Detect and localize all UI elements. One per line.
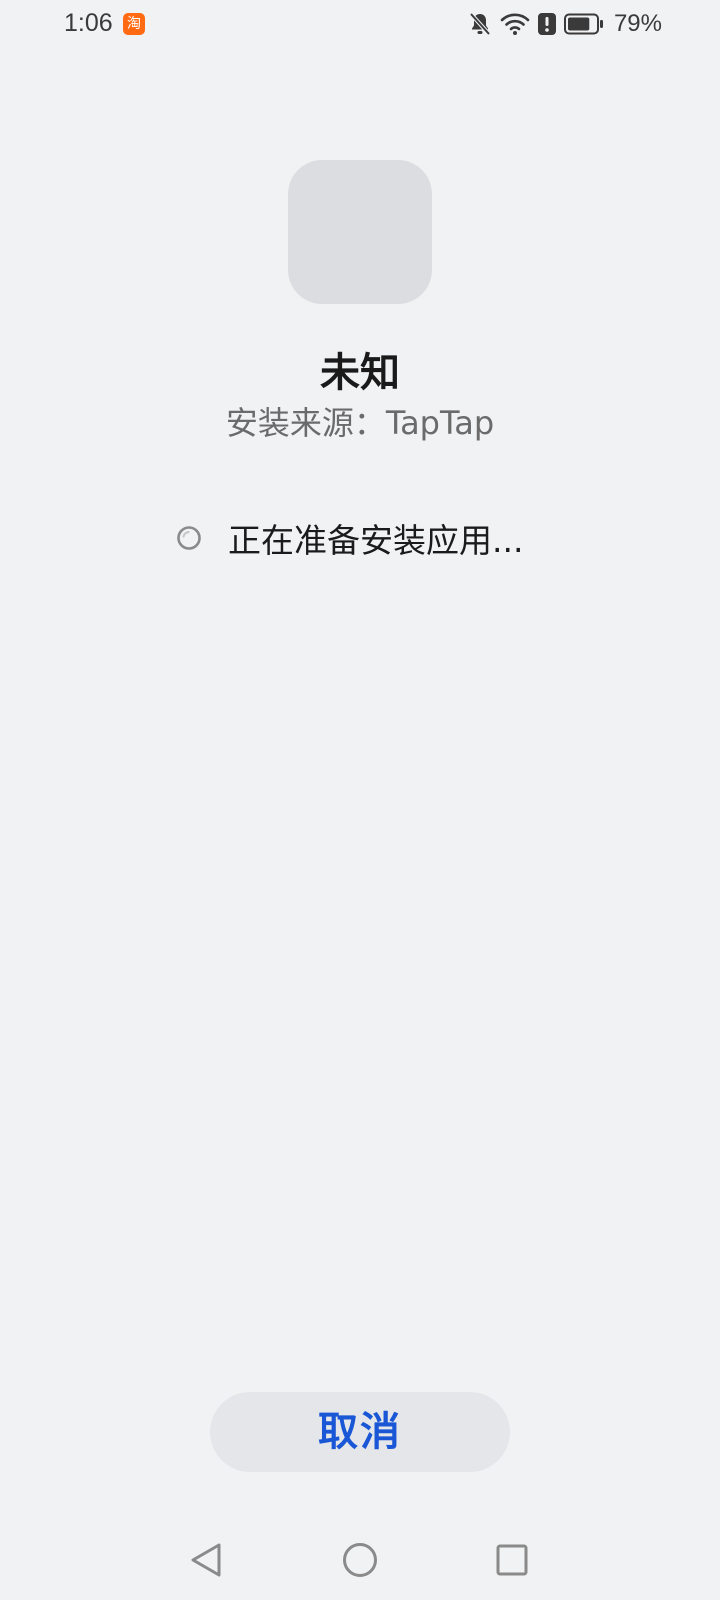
recent-apps-icon[interactable] (482, 1530, 542, 1590)
battery-icon (563, 13, 604, 35)
alert-icon (537, 12, 556, 36)
status-icons: 79% (468, 8, 662, 40)
progress-message: 正在准备安装应用... (228, 521, 524, 560)
app-name: 未知 (320, 350, 400, 396)
taobao-icon: 淘 (123, 13, 145, 35)
spinner-icon (176, 525, 202, 551)
cancel-button[interactable]: 取消 (210, 1392, 510, 1472)
install-source: 安装来源：TapTap (225, 404, 495, 442)
bell-muted-icon (468, 11, 492, 37)
progress-row: 正在准备安装应用... (176, 514, 523, 562)
app-icon-placeholder (288, 160, 432, 304)
navigation-bar (0, 1520, 720, 1600)
battery-percent: 79% (613, 10, 662, 37)
back-icon[interactable] (176, 1530, 236, 1590)
wifi-icon (500, 11, 530, 37)
home-icon[interactable] (330, 1530, 390, 1590)
status-time: 1:06 (64, 9, 113, 37)
status-bar: 1:06 淘 79% (0, 0, 720, 50)
